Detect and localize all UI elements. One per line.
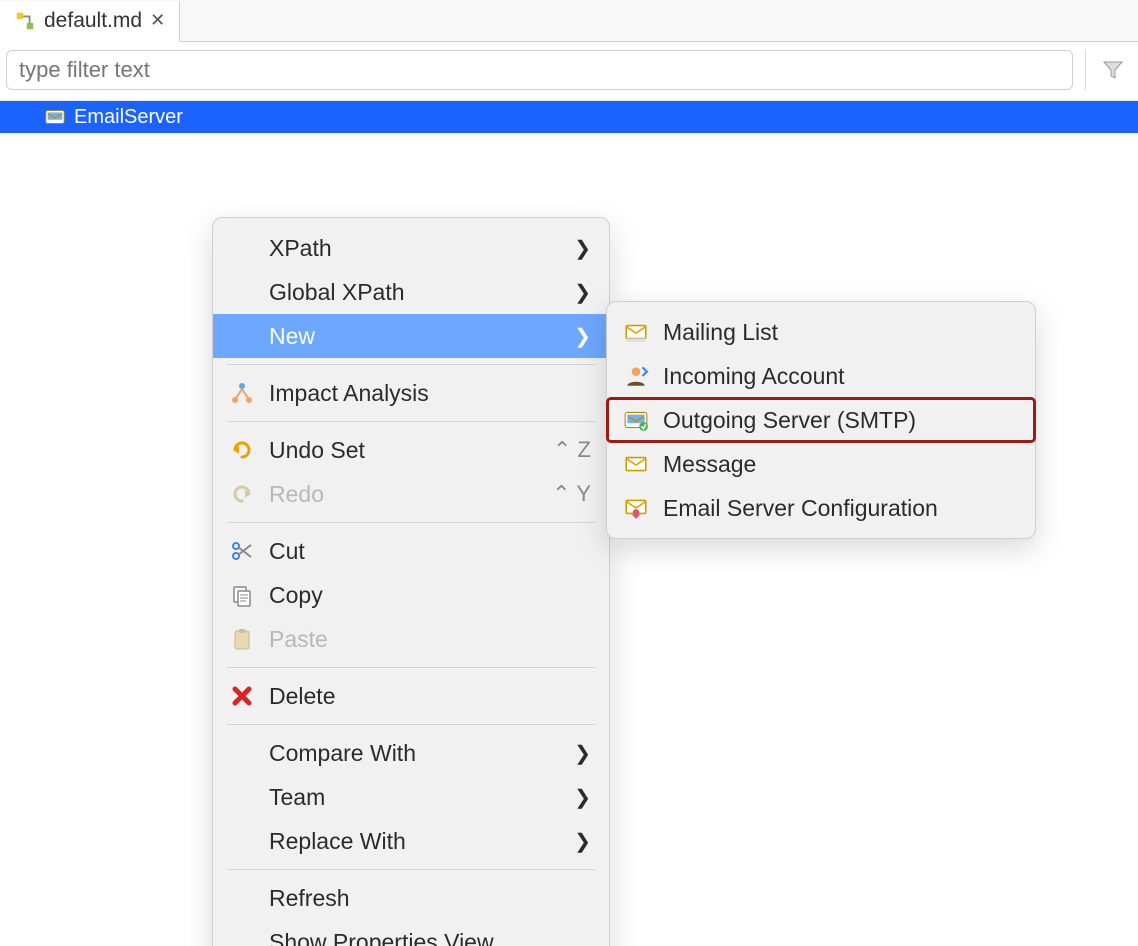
paste-icon <box>227 624 257 654</box>
menu-label: Cut <box>269 538 591 565</box>
menu-item-copy[interactable]: Copy <box>213 573 609 617</box>
filter-divider <box>1085 50 1086 90</box>
submenu-arrow-icon: ❯ <box>574 324 591 349</box>
filter-input[interactable] <box>6 50 1073 90</box>
submenu-item-mailing-list[interactable]: Mailing List <box>607 310 1035 354</box>
menu-item-delete[interactable]: Delete <box>213 674 609 718</box>
menu-item-compare-with[interactable]: Compare With ❯ <box>213 731 609 775</box>
impact-analysis-icon <box>227 378 257 408</box>
menu-separator <box>227 522 595 523</box>
copy-icon <box>227 580 257 610</box>
submenu-item-incoming-account[interactable]: Incoming Account <box>607 354 1035 398</box>
menu-label: Delete <box>269 683 591 710</box>
menu-label: Undo Set <box>269 437 541 464</box>
menu-label: Mailing List <box>663 319 1017 346</box>
filter-bar <box>0 42 1138 101</box>
menu-item-refresh[interactable]: Refresh <box>213 876 609 920</box>
editor-tabbar: default.md ✕ <box>0 0 1138 42</box>
email-server-icon <box>42 104 68 130</box>
menu-item-replace-with[interactable]: Replace With ❯ <box>213 819 609 863</box>
submenu-arrow-icon: ❯ <box>574 829 591 854</box>
menu-item-global-xpath[interactable]: Global XPath ❯ <box>213 270 609 314</box>
menu-label: Email Server Configuration <box>663 495 1017 522</box>
menu-label: Global XPath <box>269 279 562 306</box>
context-menu: XPath ❯ Global XPath ❯ New ❯ Impact <box>212 217 610 946</box>
menu-label: Paste <box>269 626 591 653</box>
submenu-arrow-icon: ❯ <box>574 236 591 261</box>
tree-node-label: EmailServer <box>74 106 183 129</box>
menu-item-new[interactable]: New ❯ <box>213 314 609 358</box>
submenu-arrow-icon: ❯ <box>574 741 591 766</box>
editor-tab-default[interactable]: default.md ✕ <box>0 1 180 42</box>
menu-label: New <box>269 323 562 350</box>
menu-separator <box>227 364 595 365</box>
outgoing-server-icon <box>621 405 651 435</box>
close-tab-icon[interactable]: ✕ <box>150 10 165 31</box>
menu-separator <box>227 869 595 870</box>
menu-item-xpath[interactable]: XPath ❯ <box>213 226 609 270</box>
menu-item-undo-set[interactable]: Undo Set ⌃ Z <box>213 428 609 472</box>
submenu-new: Mailing List Incoming Account <box>606 301 1036 539</box>
menu-label: Compare With <box>269 740 562 767</box>
menu-label: XPath <box>269 235 562 262</box>
menu-item-cut[interactable]: Cut <box>213 529 609 573</box>
email-server-config-icon <box>621 493 651 523</box>
tree-panel: EmailServer XPath ❯ Global XPath ❯ New ❯ <box>0 101 1138 945</box>
undo-icon <box>227 435 257 465</box>
menu-label: Refresh <box>269 885 591 912</box>
filter-funnel-icon[interactable] <box>1098 50 1128 90</box>
menu-shortcut: ⌃ Z <box>553 437 591 463</box>
menu-separator <box>227 421 595 422</box>
redo-icon <box>227 479 257 509</box>
menu-label: Show Properties View <box>269 929 591 946</box>
editor-tab-label: default.md <box>44 9 142 33</box>
message-envelope-icon <box>621 449 651 479</box>
menu-separator <box>227 667 595 668</box>
scissors-icon <box>227 536 257 566</box>
menu-label: Team <box>269 784 562 811</box>
submenu-item-email-server-config[interactable]: Email Server Configuration <box>607 486 1035 530</box>
mailing-list-icon <box>621 317 651 347</box>
menu-label: Replace With <box>269 828 562 855</box>
menu-label: Redo <box>269 481 540 508</box>
menu-label: Outgoing Server (SMTP) <box>663 407 1017 434</box>
submenu-item-message[interactable]: Message <box>607 442 1035 486</box>
menu-item-team[interactable]: Team ❯ <box>213 775 609 819</box>
menu-shortcut: ⌃ Y <box>552 481 591 507</box>
menu-label: Copy <box>269 582 591 609</box>
menu-label: Message <box>663 451 1017 478</box>
delete-x-icon <box>227 681 257 711</box>
menu-item-impact-analysis[interactable]: Impact Analysis <box>213 371 609 415</box>
submenu-arrow-icon: ❯ <box>574 280 591 305</box>
submenu-item-outgoing-server-smtp[interactable]: Outgoing Server (SMTP) <box>607 398 1035 442</box>
menu-label: Incoming Account <box>663 363 1017 390</box>
submenu-arrow-icon: ❯ <box>574 785 591 810</box>
menu-item-paste: Paste <box>213 617 609 661</box>
menu-item-redo: Redo ⌃ Y <box>213 472 609 516</box>
incoming-account-icon <box>621 361 651 391</box>
menu-label: Impact Analysis <box>269 380 591 407</box>
menu-item-show-properties[interactable]: Show Properties View <box>213 920 609 946</box>
file-tree-icon <box>14 10 36 32</box>
menu-separator <box>227 724 595 725</box>
tree-node-emailserver[interactable]: EmailServer <box>0 101 1138 133</box>
